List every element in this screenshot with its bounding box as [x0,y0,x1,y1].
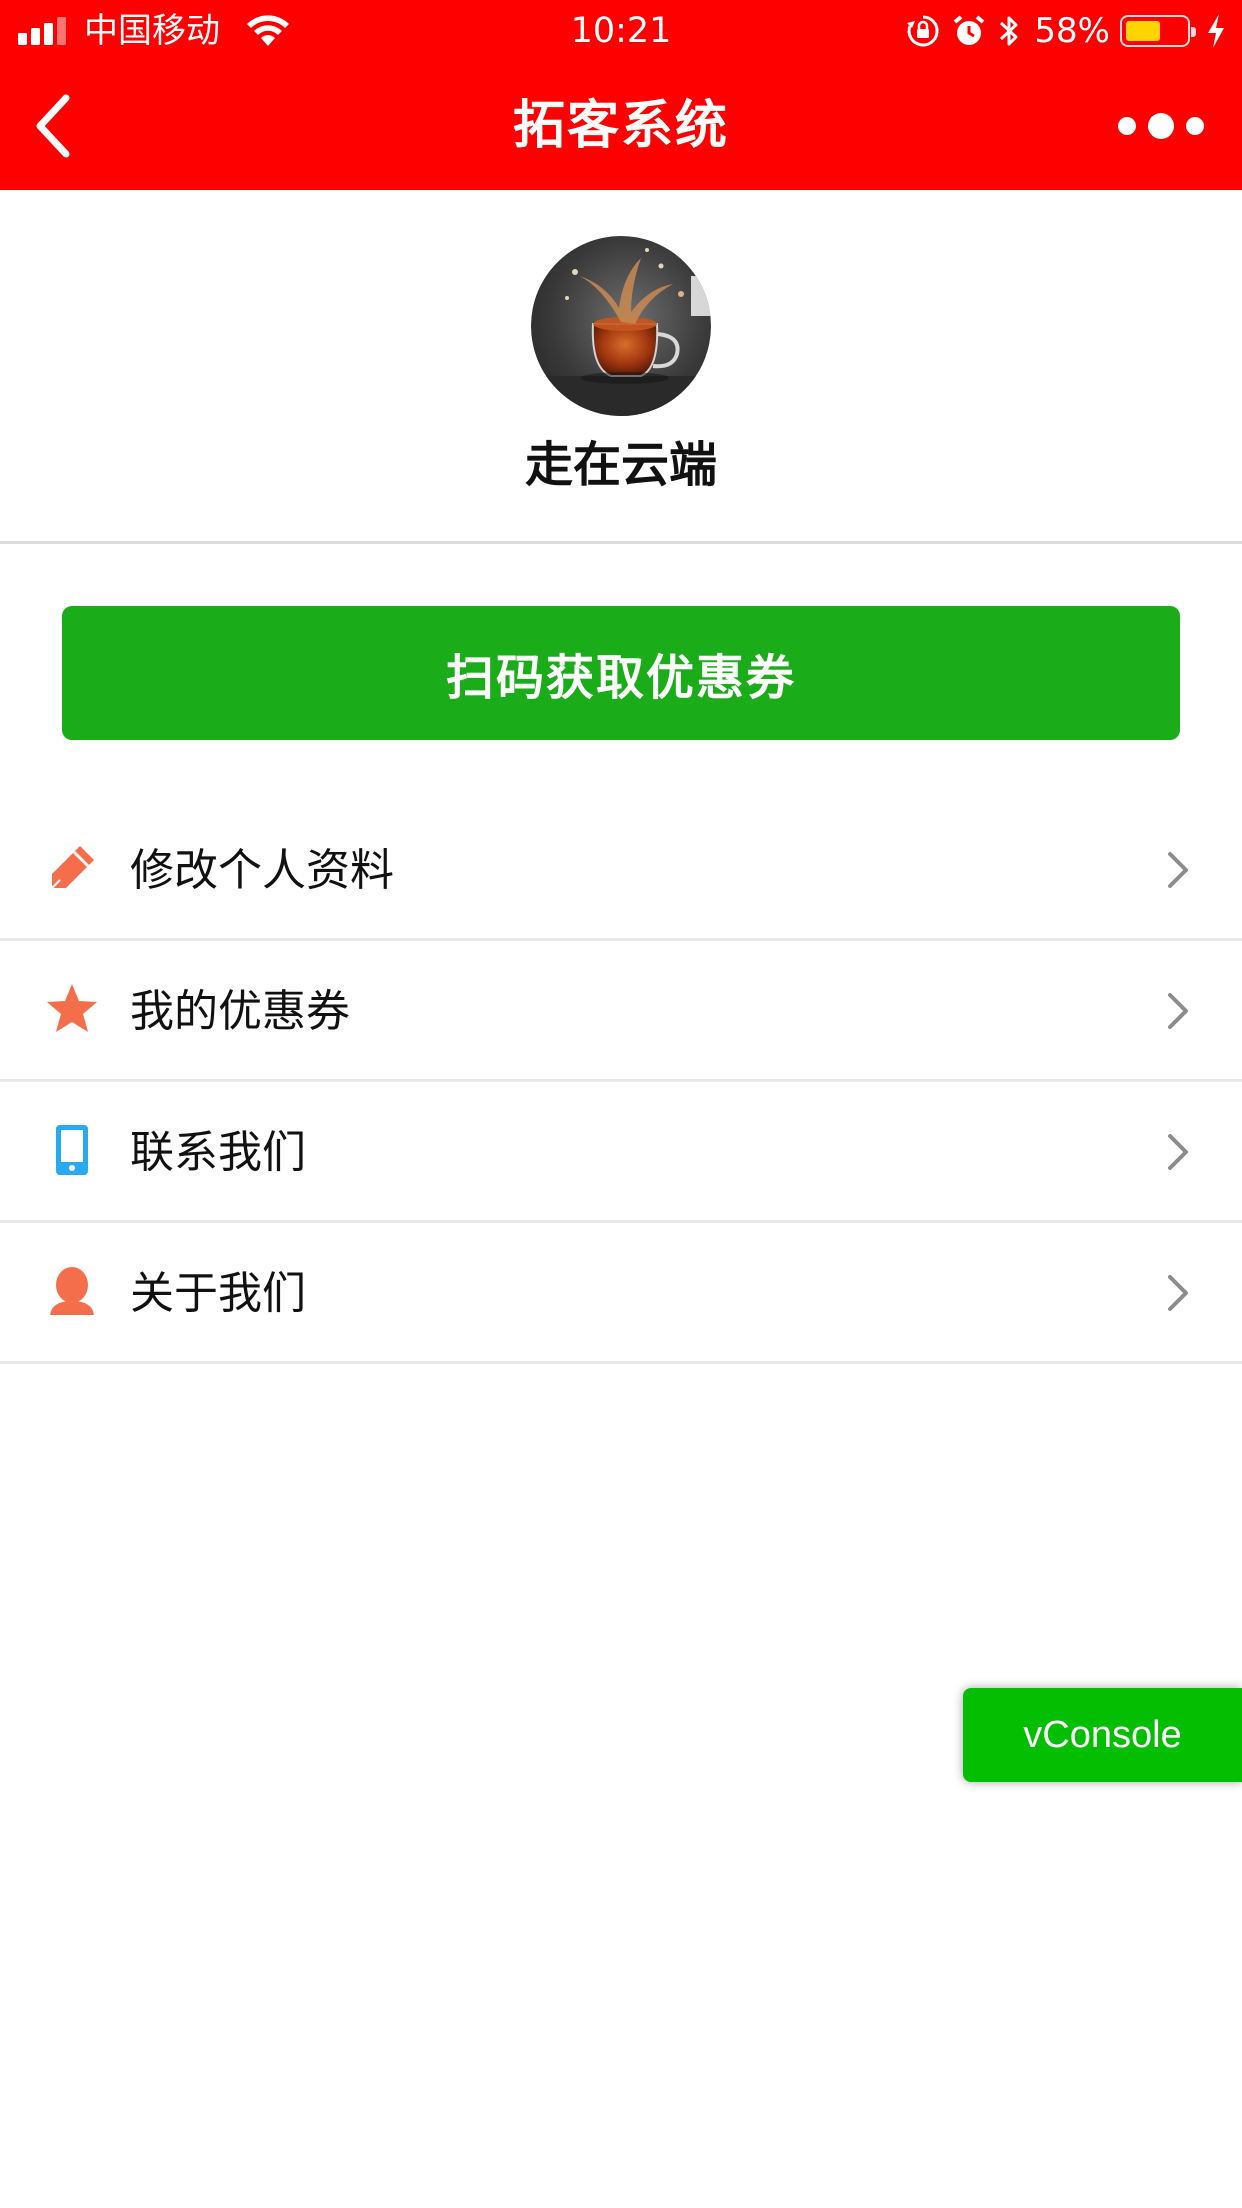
username: 走在云端 [524,437,717,493]
menu-item-about-us[interactable]: 关于我们 [0,1223,1242,1364]
top-bar: 中国移动 10:21 58% 拓客系统 [0,0,1242,190]
menu-item-label: 修改个人资料 [130,845,394,896]
alarm-icon [952,14,986,48]
menu-item-label: 关于我们 [130,1268,306,1319]
vconsole-button[interactable]: vConsole [963,1688,1242,1782]
nav-bar: 拓客系统 [0,62,1242,190]
chevron-right-icon [1168,1134,1188,1170]
more-button[interactable] [1118,102,1204,150]
person-icon [44,1263,100,1319]
status-bar: 中国移动 10:21 58% [0,0,1242,62]
battery-icon [1120,15,1196,47]
menu-item-contact-us[interactable]: 联系我们 [0,1082,1242,1223]
menu-item-my-coupons[interactable]: 我的优惠券 [0,941,1242,1082]
profile-section: 走在云端 [0,190,1242,544]
charging-icon [1206,13,1226,49]
chevron-right-icon [1168,1275,1188,1311]
avatar[interactable] [531,236,711,416]
orientation-lock-icon [906,14,940,48]
more-dots-icon [1118,117,1136,135]
scan-coupon-button[interactable]: 扫码获取优惠券 [62,606,1180,740]
tea-cup-splash-image [531,248,711,416]
page-title: 拓客系统 [512,96,729,156]
pencil-icon [44,840,100,896]
chevron-right-icon [1168,993,1188,1029]
bluetooth-icon [998,13,1020,49]
menu-item-label: 我的优惠券 [130,986,350,1037]
phone-icon [44,1122,100,1178]
menu-item-edit-profile[interactable]: 修改个人资料 [0,800,1242,941]
chevron-right-icon [1168,852,1188,888]
star-icon [44,981,100,1037]
battery-level [1126,21,1160,41]
status-right: 58% [894,0,1226,62]
menu-list: 修改个人资料 我的优惠券 联系我们 关于我们 [0,800,1242,1364]
menu-item-label: 联系我们 [130,1127,306,1178]
battery-percent: 58% [1034,11,1110,51]
